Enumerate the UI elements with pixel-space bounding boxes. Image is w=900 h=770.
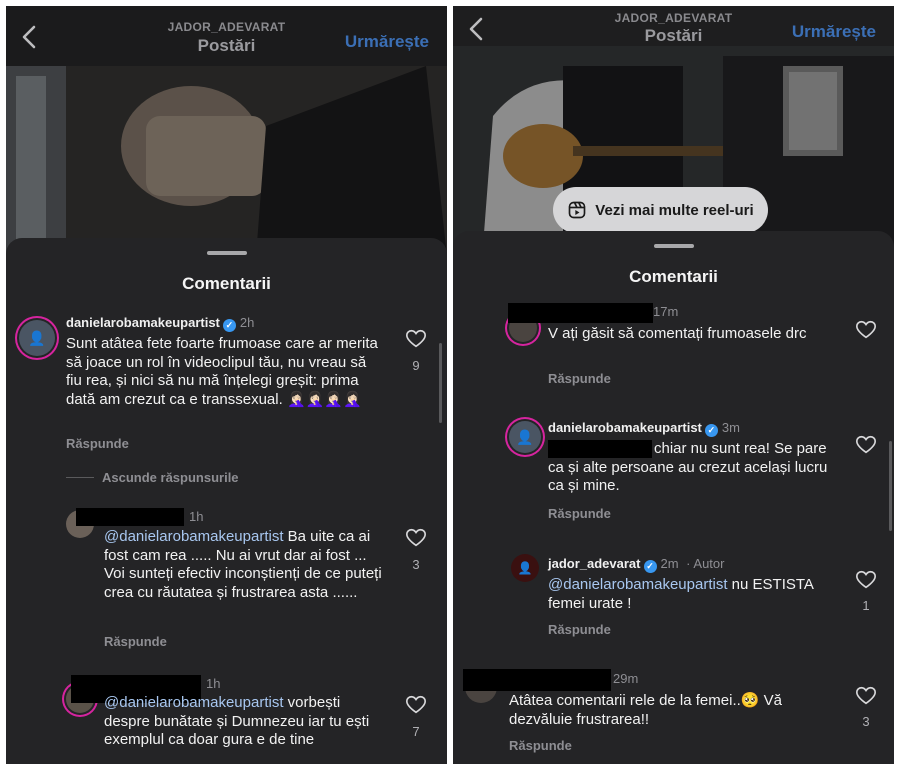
comment-time: 1h bbox=[206, 676, 221, 691]
avatar[interactable]: 👤 bbox=[509, 421, 541, 453]
reply-button[interactable]: Răspunde bbox=[509, 738, 572, 753]
verified-badge-icon: ✓ bbox=[704, 424, 718, 437]
comment-text: @danielarobamakeupartist Ba uite ca ai f… bbox=[104, 528, 384, 602]
scrollbar[interactable] bbox=[889, 441, 892, 531]
user-icon: 👤 bbox=[517, 561, 533, 575]
reply-button[interactable]: Răspunde bbox=[104, 634, 167, 649]
redacted-username bbox=[463, 669, 611, 691]
like-count: 3 bbox=[862, 714, 870, 729]
username-text[interactable]: danielarobamakeupartist bbox=[66, 315, 220, 330]
comment-username[interactable]: danielarobamakeupartist ✓ 3m bbox=[548, 420, 740, 437]
reels-icon bbox=[568, 201, 586, 219]
heart-outline-icon[interactable] bbox=[855, 569, 877, 591]
author-badge: Autor bbox=[693, 556, 725, 571]
comment-text: @danielarobamakeupartist nu ESTISTA feme… bbox=[548, 576, 828, 613]
reply-button[interactable]: Răspunde bbox=[548, 506, 611, 521]
comments-sheet: Comentarii 👤 danielarobamakeupartist ✓ 2h … bbox=[6, 238, 447, 764]
heart-outline-icon[interactable] bbox=[405, 694, 427, 716]
comment-time: 3m bbox=[721, 420, 740, 435]
mention-link[interactable]: @danielarobamakeupartist bbox=[548, 576, 728, 593]
like-count: 7 bbox=[412, 724, 420, 739]
verified-badge-icon: ✓ bbox=[222, 319, 236, 332]
comment-text: chiar nu sunt rea! Se pare ca și alte pe… bbox=[548, 440, 828, 494]
follow-button[interactable]: Urmărește bbox=[792, 22, 876, 42]
like-count: 3 bbox=[412, 557, 420, 572]
heart-outline-icon[interactable] bbox=[855, 434, 877, 456]
comment-time: 1h bbox=[189, 509, 204, 524]
heart-outline-icon[interactable] bbox=[405, 328, 427, 350]
more-reels-label: Vezi mai multe reel-uri bbox=[595, 201, 754, 219]
comment-time: 29m bbox=[613, 671, 639, 686]
comments-sheet: Comentarii 17m V ați găsit să comentați … bbox=[453, 231, 894, 764]
more-reels-button[interactable]: Vezi mai multe reel-uri bbox=[553, 187, 768, 233]
comment-text: @danielarobamakeupartist vorbești despre… bbox=[104, 694, 384, 750]
scrollbar[interactable] bbox=[439, 343, 442, 423]
heart-outline-icon[interactable] bbox=[405, 527, 427, 549]
follow-button[interactable]: Urmărește bbox=[345, 32, 429, 52]
heart-outline-icon[interactable] bbox=[855, 685, 877, 707]
redacted-username bbox=[508, 303, 653, 323]
right-screenshot: JADOR_ADEVARAT Postări Urmărește Vezi ma… bbox=[453, 6, 894, 764]
comment-time: 2m bbox=[660, 556, 679, 571]
sheet-grabber[interactable] bbox=[206, 251, 247, 255]
top-bar: JADOR_ADEVARAT Postări Urmărește bbox=[453, 6, 894, 66]
redacted-username bbox=[76, 508, 184, 526]
mention-link[interactable]: @danielarobamakeupartist bbox=[104, 528, 284, 545]
left-screenshot: JADOR_ADEVARAT Postări Urmărește Comenta… bbox=[6, 6, 447, 764]
comment-time: 2h bbox=[239, 315, 255, 330]
reply-button[interactable]: Răspunde bbox=[548, 371, 611, 386]
verified-badge-icon: ✓ bbox=[643, 560, 657, 573]
top-bar: JADOR_ADEVARAT Postări Urmărește bbox=[6, 6, 447, 66]
sheet-grabber[interactable] bbox=[653, 244, 694, 248]
comment-text: V ați găsit să comentați frumoasele drc bbox=[548, 325, 807, 342]
reply-button[interactable]: Răspunde bbox=[548, 622, 611, 637]
comment-username[interactable]: jador_adevarat ✓ 2m · Autor bbox=[548, 556, 724, 573]
hide-replies-button[interactable]: Ascunde răspunsurile bbox=[102, 470, 239, 485]
avatar[interactable]: 👤 bbox=[19, 320, 55, 356]
avatar[interactable]: 👤 bbox=[511, 554, 539, 582]
user-icon: 👤 bbox=[28, 329, 46, 346]
like-count: 1 bbox=[862, 598, 870, 613]
username-text[interactable]: danielarobamakeupartist bbox=[548, 420, 702, 435]
comments-title: Comentarii bbox=[629, 267, 718, 286]
like-count: 9 bbox=[412, 358, 420, 373]
comment-text: Sunt atâtea fete foarte frumoase care ar… bbox=[66, 335, 378, 408]
comment-time: 17m bbox=[653, 304, 679, 319]
reply-button[interactable]: Răspunde bbox=[66, 436, 129, 451]
comments-title: Comentarii bbox=[182, 274, 271, 293]
heart-outline-icon[interactable] bbox=[855, 319, 877, 341]
user-icon: 👤 bbox=[516, 428, 534, 445]
username-text[interactable]: jador_adevarat bbox=[548, 556, 641, 571]
comment-username[interactable]: danielarobamakeupartist ✓ 2h bbox=[66, 315, 254, 332]
comment-text: Atâtea comentarii rele de la femei..🥺 Vă… bbox=[509, 692, 782, 728]
mention-link[interactable]: @danielarobamakeupartist bbox=[104, 694, 284, 711]
divider bbox=[66, 477, 94, 478]
